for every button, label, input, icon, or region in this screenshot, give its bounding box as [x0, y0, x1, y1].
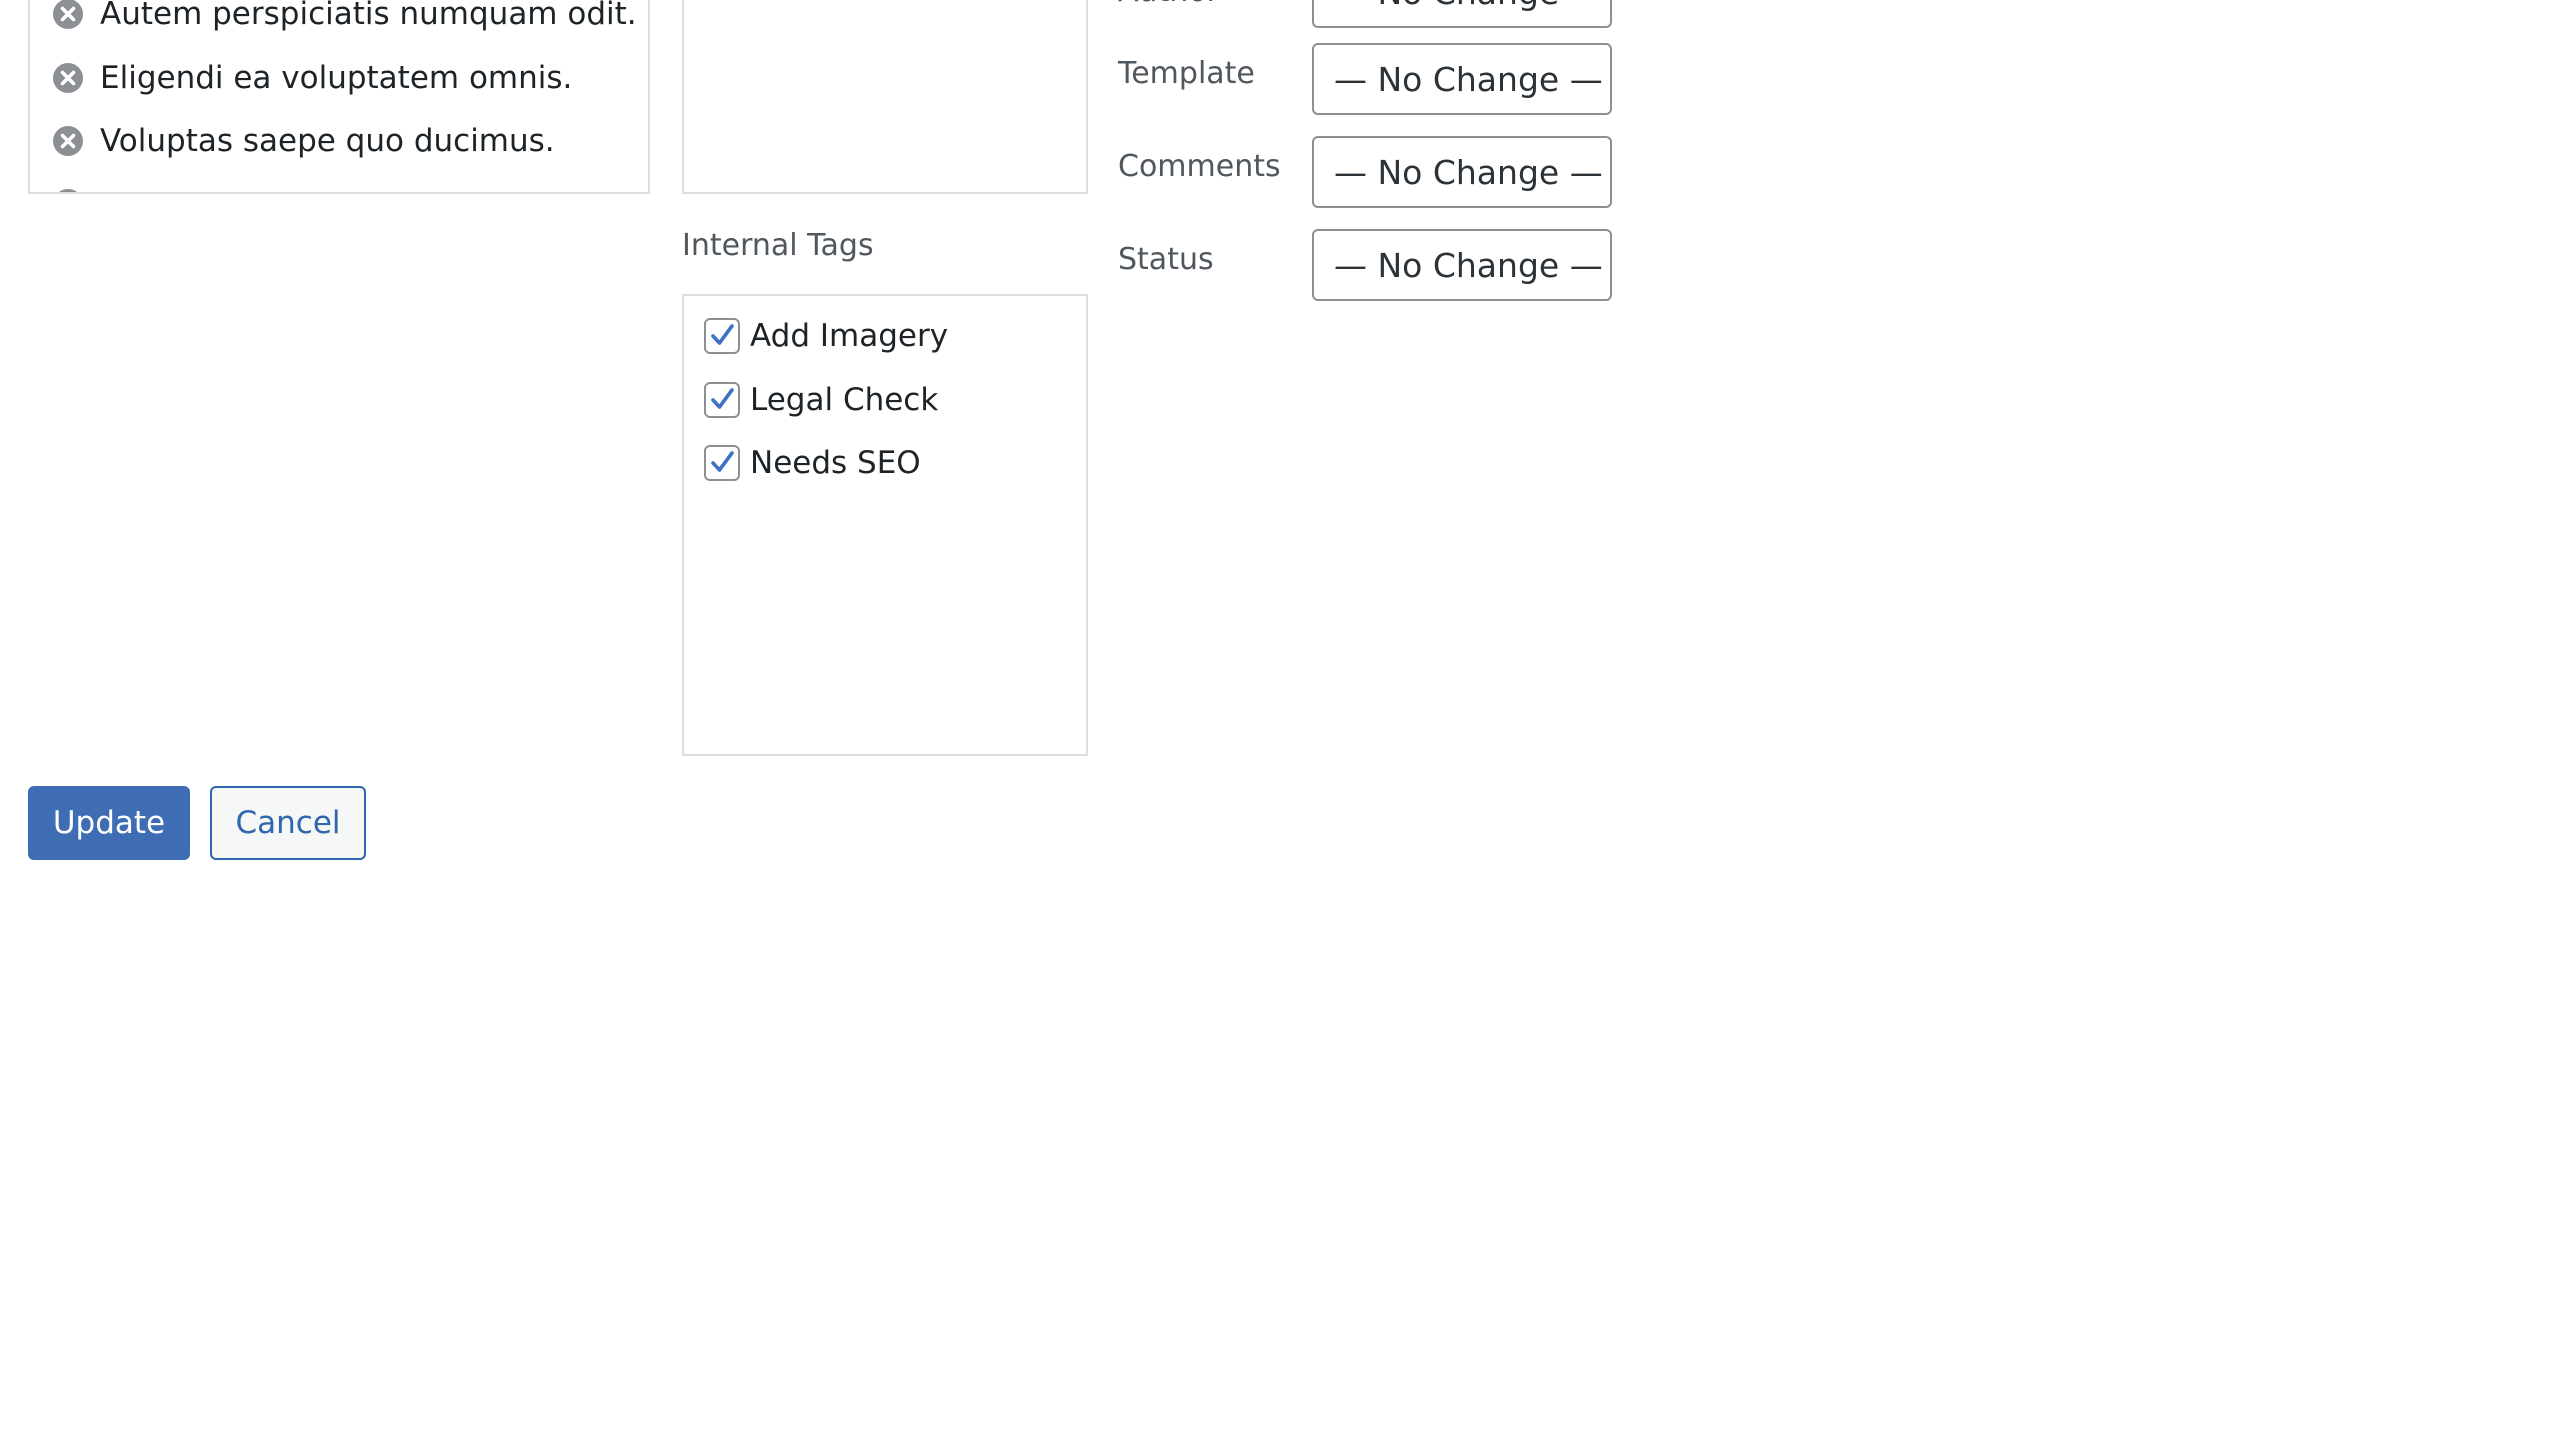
add-imagery-checkbox[interactable]	[704, 318, 740, 354]
template-select[interactable]: — No Change —	[1312, 43, 1612, 115]
update-button[interactable]: Update	[28, 786, 190, 860]
remove-post-icon[interactable]	[52, 0, 84, 30]
tag-label: Legal Check	[750, 382, 939, 418]
selected-posts-list: Autem perspiciatis numquam odit. Eligend…	[28, 0, 650, 194]
comments-select[interactable]: — No Change —	[1312, 136, 1612, 208]
status-select[interactable]: — No Change —	[1312, 229, 1612, 301]
categories-checklist[interactable]	[682, 0, 1088, 194]
post-title: Voluptas saepe quo ducimus.	[100, 123, 555, 159]
internal-tags-heading: Internal Tags	[682, 228, 874, 263]
post-title: Autem perspiciatis numquam odit.	[100, 0, 637, 32]
author-label: Author	[1118, 0, 1219, 9]
author-select[interactable]: — No Change —	[1312, 0, 1612, 28]
comments-label: Comments	[1118, 149, 1281, 184]
remove-post-icon[interactable]	[52, 188, 84, 194]
list-item: Voluptas saepe quo ducimus.	[52, 121, 555, 161]
tag-label: Add Imagery	[750, 318, 949, 354]
tag-option-needs-seo[interactable]: Needs SEO	[704, 443, 921, 483]
remove-post-icon[interactable]	[52, 125, 84, 157]
checkmark-icon	[711, 451, 734, 472]
list-item: Autem perspiciatis numquam odit.	[52, 0, 637, 34]
list-item	[52, 184, 100, 194]
tag-option-legal-check[interactable]: Legal Check	[704, 380, 938, 420]
internal-tags-checklist: Add Imagery Legal Check Needs SEO	[682, 294, 1088, 756]
cancel-button[interactable]: Cancel	[210, 786, 366, 860]
tag-option-add-imagery[interactable]: Add Imagery	[704, 316, 948, 356]
status-label: Status	[1118, 242, 1214, 277]
needs-seo-checkbox[interactable]	[704, 445, 740, 481]
tag-label: Needs SEO	[750, 445, 921, 481]
template-label: Template	[1118, 56, 1255, 91]
checkmark-icon	[711, 324, 734, 345]
post-title: Eligendi ea voluptatem omnis.	[100, 60, 573, 96]
remove-post-icon[interactable]	[52, 62, 84, 94]
checkmark-icon	[711, 388, 734, 409]
list-item: Eligendi ea voluptatem omnis.	[52, 58, 572, 98]
legal-check-checkbox[interactable]	[704, 382, 740, 418]
